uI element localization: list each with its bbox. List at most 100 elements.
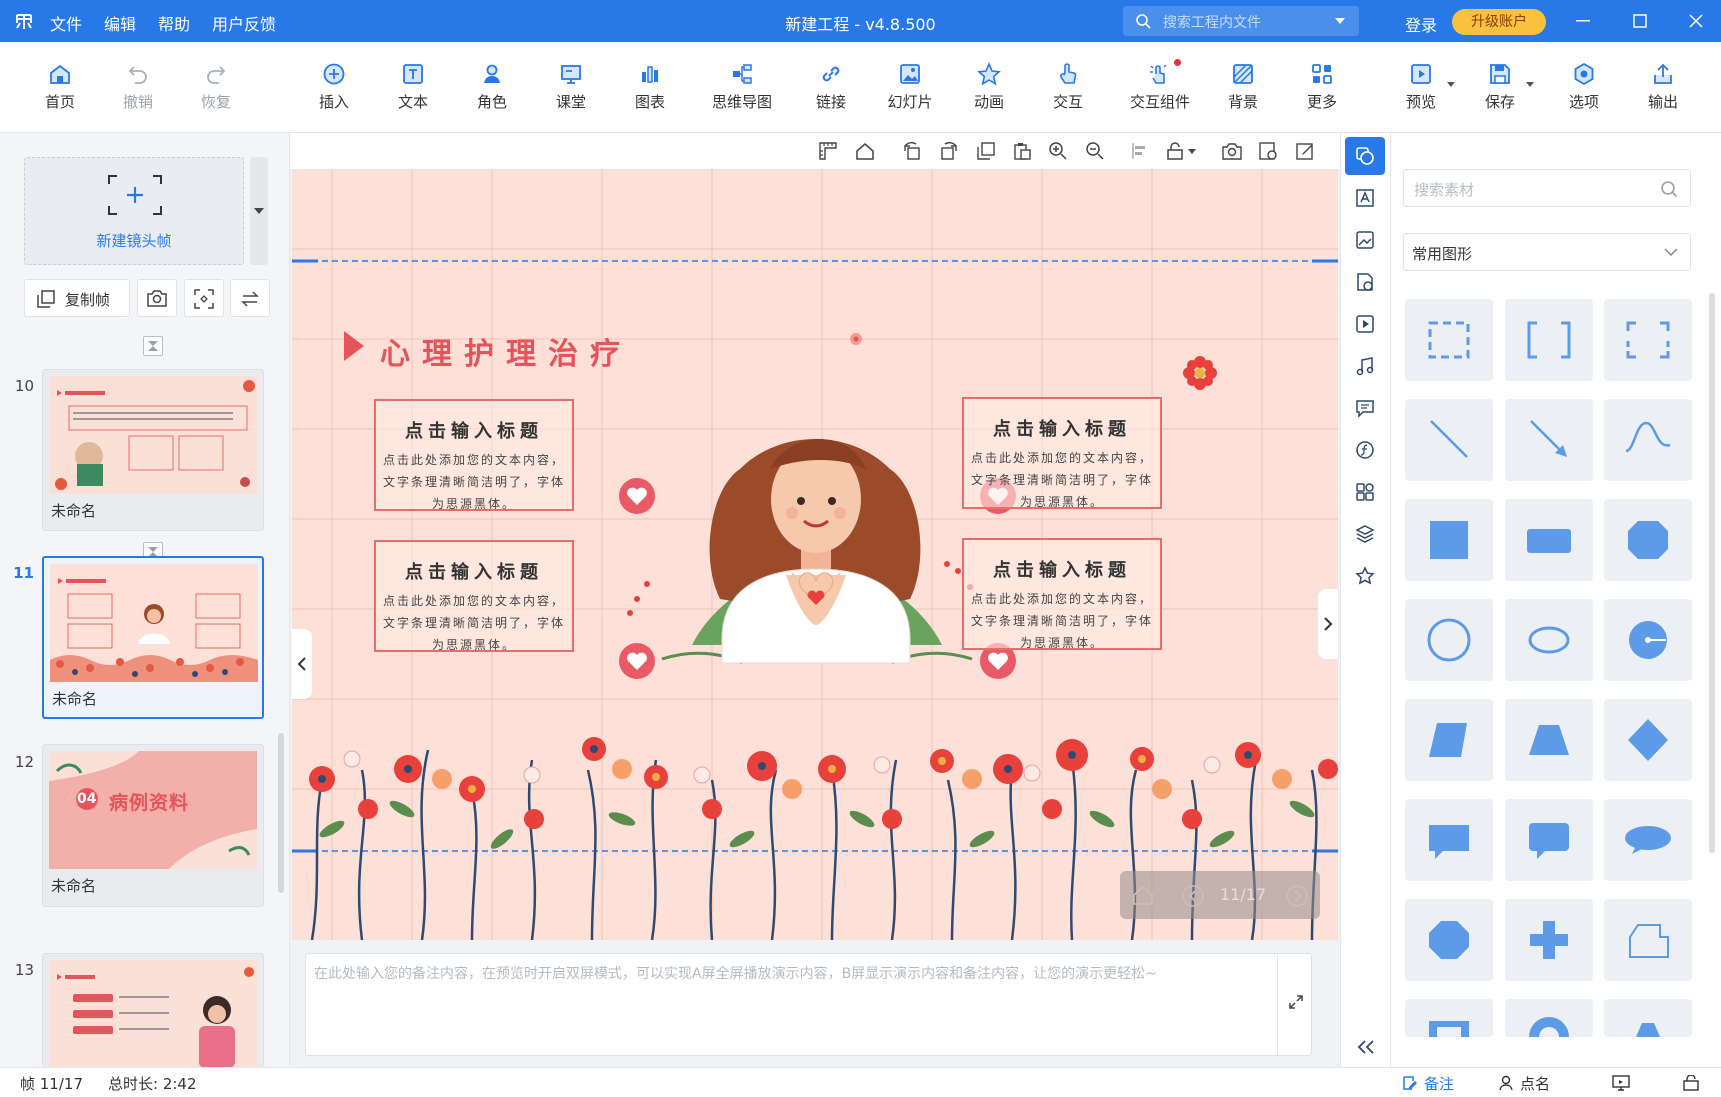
- rotate-right-icon[interactable]: [939, 141, 959, 161]
- material-search-input[interactable]: 搜索素材: [1403, 169, 1691, 207]
- music-icon[interactable]: [1354, 355, 1376, 377]
- expand-icon[interactable]: [1288, 994, 1304, 1010]
- screen-icon[interactable]: [1612, 1075, 1630, 1091]
- formula-icon[interactable]: [1354, 439, 1376, 461]
- paste-icon[interactable]: [1012, 141, 1032, 161]
- minimize-icon[interactable]: [1576, 20, 1590, 22]
- shape-ellipse-outline[interactable]: [1505, 599, 1593, 681]
- close-icon[interactable]: [1689, 14, 1703, 28]
- comment-icon[interactable]: [1354, 397, 1376, 419]
- text-box-body-line[interactable]: 文字条理清晰简洁明了，字体: [971, 473, 1153, 487]
- role-button[interactable]: 角色: [454, 62, 530, 112]
- lesson-button[interactable]: 课堂: [533, 62, 609, 112]
- text-box[interactable]: 点击输入标题 点击此处添加您的文本内容， 文字条理清晰简洁明了，字体 为思源黑体。: [962, 397, 1162, 509]
- save-dropdown-icon[interactable]: [1526, 82, 1534, 87]
- text-box-body-line[interactable]: 为思源黑体。: [432, 497, 516, 511]
- more-button[interactable]: 更多: [1284, 62, 1360, 112]
- text-button[interactable]: 文本: [375, 62, 451, 112]
- lock-dropdown-icon[interactable]: [1166, 141, 1198, 161]
- shape-speech-rect[interactable]: [1405, 799, 1493, 881]
- home-view-icon[interactable]: [855, 141, 875, 161]
- frame-thumbnail[interactable]: 未命名: [42, 369, 264, 531]
- shape-partial[interactable]: [1405, 999, 1493, 1037]
- shape-partial[interactable]: [1505, 999, 1593, 1037]
- upgrade-account-button[interactable]: 升级账户: [1452, 9, 1546, 35]
- shapes-tab[interactable]: [1345, 137, 1385, 175]
- shape-diamond[interactable]: [1604, 699, 1692, 781]
- mindmap-button[interactable]: 思维导图: [702, 62, 782, 112]
- zoom-in-icon[interactable]: [1048, 141, 1068, 161]
- text-box-body-line[interactable]: 点击此处添加您的文本内容，: [383, 594, 565, 608]
- shape-cross[interactable]: [1505, 899, 1593, 981]
- ruler-icon[interactable]: [818, 141, 838, 161]
- collapse-right-handle[interactable]: [1318, 589, 1338, 659]
- shapes-scrollbar[interactable]: [1709, 293, 1715, 853]
- frame-thumbnail[interactable]: [42, 953, 264, 1068]
- text-box-body-line[interactable]: 文字条理清晰简洁明了，字体: [383, 475, 565, 489]
- preview-button[interactable]: 预览: [1383, 62, 1459, 112]
- link-button[interactable]: 链接: [793, 62, 869, 112]
- slide-title[interactable]: 心理护理治疗: [380, 329, 632, 373]
- shape-circle-dot[interactable]: [1604, 599, 1692, 681]
- text-frame-icon[interactable]: [1354, 187, 1376, 209]
- lock-screen-icon[interactable]: [1683, 1075, 1701, 1091]
- background-button[interactable]: 背景: [1205, 62, 1281, 112]
- swap-frame-button[interactable]: [230, 279, 270, 317]
- screenshot-icon[interactable]: [1222, 141, 1242, 161]
- shape-arrow[interactable]: [1505, 399, 1593, 481]
- undo-button[interactable]: 撤销: [100, 62, 176, 112]
- login-button[interactable]: 登录: [1405, 12, 1437, 36]
- widget-button[interactable]: 交互组件: [1118, 59, 1202, 112]
- interact-button[interactable]: 交互: [1030, 62, 1106, 112]
- text-box-body-line[interactable]: 为思源黑体。: [432, 638, 516, 652]
- chevron-down-icon[interactable]: [1335, 18, 1345, 24]
- shape-octagon-rect[interactable]: [1604, 499, 1692, 581]
- shape-square[interactable]: [1405, 499, 1493, 581]
- home-icon[interactable]: [1132, 885, 1154, 905]
- background-image-icon[interactable]: [1354, 271, 1376, 293]
- shape-brackets[interactable]: [1505, 299, 1593, 381]
- fit-frame-button[interactable]: [184, 279, 224, 317]
- shape-line[interactable]: [1405, 399, 1493, 481]
- shape-octagon[interactable]: [1405, 899, 1493, 981]
- collapse-double-chevron-icon[interactable]: [1356, 1039, 1376, 1055]
- export-button[interactable]: 输出: [1625, 62, 1701, 112]
- text-box[interactable]: 点击输入标题 点击此处添加您的文本内容， 文字条理清晰简洁明了，字体 为思源黑体。: [374, 540, 574, 652]
- snapshot-button[interactable]: [137, 279, 177, 317]
- rotate-left-icon[interactable]: [902, 141, 922, 161]
- shape-rectangle-outline[interactable]: [1405, 299, 1493, 381]
- options-button[interactable]: 选项: [1546, 62, 1622, 112]
- frame-thumbnail[interactable]: 04 病例资料 未命名: [42, 744, 264, 907]
- next-page-icon[interactable]: [1286, 885, 1308, 907]
- text-box[interactable]: 点击输入标题 点击此处添加您的文本内容， 文字条理清晰简洁明了，字体 为思源黑体。: [374, 399, 574, 511]
- chart-button[interactable]: 图表: [612, 62, 688, 112]
- text-box-body-line[interactable]: 为思源黑体。: [1020, 495, 1104, 509]
- components-icon[interactable]: [1354, 481, 1376, 503]
- picture-icon[interactable]: [1354, 229, 1376, 251]
- video-icon[interactable]: [1354, 313, 1376, 335]
- shape-trapezoid[interactable]: [1505, 699, 1593, 781]
- search-icon[interactable]: [1660, 180, 1678, 198]
- text-box-heading[interactable]: 点击输入标题: [376, 417, 572, 443]
- transition-icon[interactable]: [143, 336, 163, 356]
- shape-dashed-brackets[interactable]: [1604, 299, 1692, 381]
- insert-button[interactable]: 插入: [296, 62, 372, 112]
- align-icon[interactable]: [1130, 141, 1150, 161]
- slide[interactable]: 心理护理治疗 点击输入标题 点击此处添加您的文本内容， 文字条理清晰简洁明了，字体…: [292, 169, 1338, 940]
- record-icon[interactable]: [1258, 141, 1278, 161]
- previous-page-icon[interactable]: [1182, 885, 1204, 907]
- save-button[interactable]: 保存: [1462, 62, 1538, 112]
- text-box-heading[interactable]: 点击输入标题: [964, 556, 1160, 582]
- shape-speech-oval[interactable]: [1604, 799, 1692, 881]
- copy-icon[interactable]: [976, 141, 996, 161]
- frames-scrollbar[interactable]: [278, 733, 284, 893]
- animation-button[interactable]: 动画: [951, 62, 1027, 112]
- maximize-icon[interactable]: [1633, 14, 1647, 28]
- new-frame-button[interactable]: 新建镜头帧: [24, 157, 244, 265]
- preview-dropdown-icon[interactable]: [1447, 82, 1455, 87]
- text-box-heading[interactable]: 点击输入标题: [376, 558, 572, 584]
- slideshow-button[interactable]: 幻灯片: [872, 62, 948, 112]
- layers-icon[interactable]: [1354, 523, 1376, 545]
- new-frame-dropdown[interactable]: [250, 157, 268, 265]
- editing-canvas[interactable]: 心理护理治疗 点击输入标题 点击此处添加您的文本内容， 文字条理清晰简洁明了，字体…: [292, 169, 1338, 940]
